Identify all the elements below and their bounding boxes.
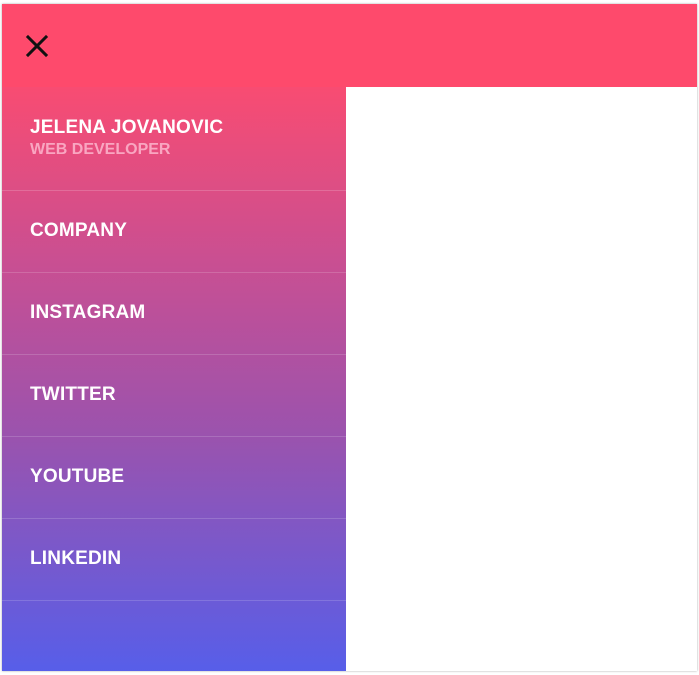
side-menu: JELENA JOVANOVIC WEB DEVELOPER COMPANY I… [2,87,346,671]
app-window: JELENA JOVANOVIC WEB DEVELOPER COMPANY I… [2,4,697,671]
menu-item-label: INSTAGRAM [30,302,146,323]
close-button[interactable] [22,31,52,61]
menu-item-twitter[interactable]: TWITTER [2,355,346,437]
menu-item-instagram[interactable]: INSTAGRAM [2,273,346,355]
menu-item-label: COMPANY [30,220,128,241]
menu-item-youtube[interactable]: YOUTUBE [2,437,346,519]
main-content [346,87,697,671]
profile-name: JELENA JOVANOVIC [30,117,224,138]
menu-list: COMPANY INSTAGRAM TWITTER YOUTUBE LINKED… [2,191,346,601]
top-bar [2,4,697,87]
profile-role: WEB DEVELOPER [30,141,171,158]
menu-item-linkedin[interactable]: LINKEDIN [2,519,346,601]
profile-section: JELENA JOVANOVIC WEB DEVELOPER [2,87,346,191]
menu-item-label: TWITTER [30,384,116,405]
close-icon [25,34,49,58]
menu-item-company[interactable]: COMPANY [2,191,346,273]
menu-item-label: YOUTUBE [30,466,125,487]
menu-item-label: LINKEDIN [30,548,122,569]
